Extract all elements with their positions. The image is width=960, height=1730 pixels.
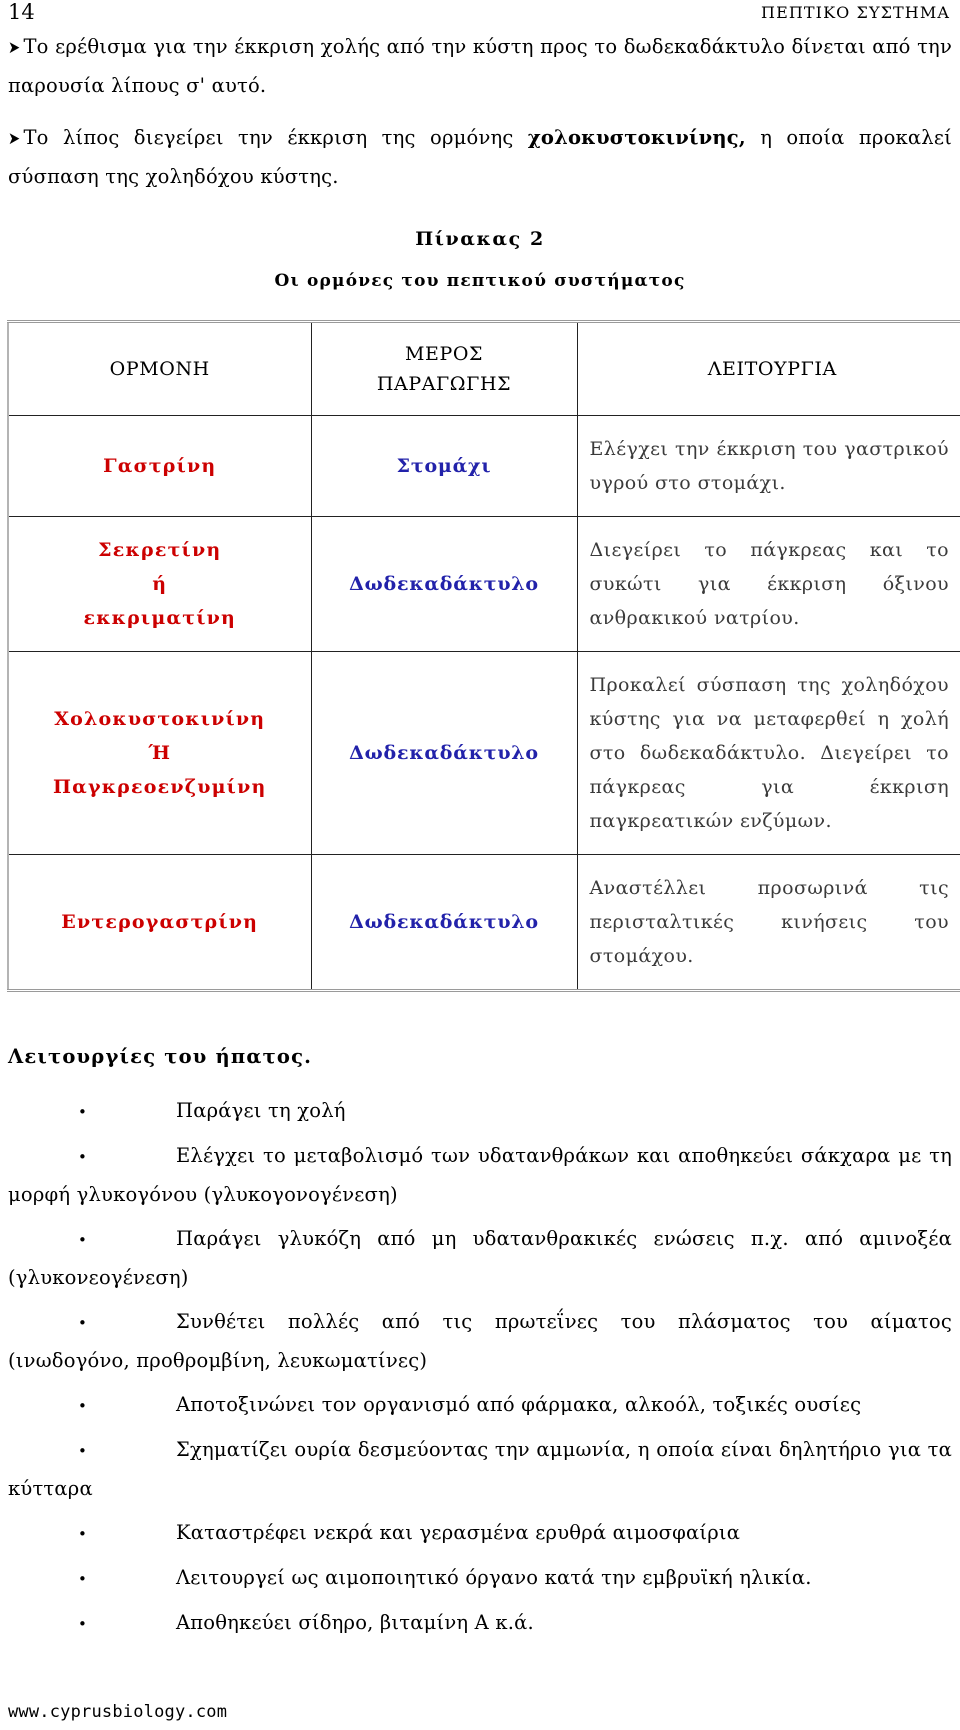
footer-site-url: www.cyprusbiology.com xyxy=(8,1702,228,1722)
cell-hormone-line1: Εντερογαστρίνη xyxy=(61,911,259,933)
list-item: • Καταστρέφει νεκρά και γερασμένα ερυθρά … xyxy=(8,1514,952,1553)
cell-hormone-line1: Χολοκυστοκινίνη xyxy=(54,708,266,730)
bullet-icon: • xyxy=(78,1231,88,1249)
bullet-icon: • xyxy=(78,1442,88,1460)
list-item: • Συνθέτει πολλές από τις πρωτεΐνες του π… xyxy=(8,1303,952,1380)
column-header-hormone: ΟΡΜΟΝΗ xyxy=(8,321,312,416)
cell-hormone-line3: εκκριματίνη xyxy=(83,607,237,629)
page-number: 14 xyxy=(8,0,35,24)
liver-functions-list: • Παράγει τη χολή • Ελέγχει το μεταβολισμό… xyxy=(8,1092,952,1643)
intro-paragraph-2-emphasis: χολοκυστοκινίνης, xyxy=(527,126,746,149)
table-header-row: ΟΡΜΟΝΗ ΜΕΡΟΣ ΠΑΡΑΓΩΓΗΣ ΛΕΙΤΟΥΡΓΙΑ xyxy=(8,321,960,416)
table-row: Σεκρετίνη ή εκκριματίνη Δωδεκαδάκτυλο Δι… xyxy=(8,516,960,652)
bullet-icon: • xyxy=(78,1314,88,1332)
bullet-icon: • xyxy=(78,1103,88,1121)
cell-place: Δωδεκαδάκτυλο xyxy=(311,651,578,855)
cell-hormone: Εντερογαστρίνη xyxy=(8,854,312,992)
liver-section-title: Λειτουργίες του ήπατος. xyxy=(8,1045,313,1068)
chapter-title: ΠΕΠΤΙΚΟ ΣΥΣΤΗΜΑ xyxy=(761,3,950,22)
column-header-place-line1: ΜΕΡΟΣ xyxy=(404,343,484,365)
list-item: • Αποτοξινώνει τον οργανισμό από φάρμακα,… xyxy=(8,1386,952,1425)
cell-hormone: Γαστρίνη xyxy=(8,415,312,517)
list-item-text: Παράγει τη χολή xyxy=(176,1099,346,1122)
list-item: • Αποθηκεύει σίδηρο, βιταμίνη Α κ.ά. xyxy=(8,1604,952,1643)
cell-hormone: Σεκρετίνη ή εκκριματίνη xyxy=(8,516,312,652)
cell-hormone-line1: Γαστρίνη xyxy=(103,455,217,477)
cell-function: Αναστέλλει προσωρινά τις περισταλτικές κ… xyxy=(577,854,960,992)
column-header-place-line2: ΠΑΡΑΓΩΓΗΣ xyxy=(376,373,512,395)
column-header-place: ΜΕΡΟΣ ΠΑΡΑΓΩΓΗΣ xyxy=(311,321,578,416)
list-item-text: Καταστρέφει νεκρά και γερασμένα ερυθρά α… xyxy=(176,1521,741,1544)
cell-hormone-line2: ή xyxy=(152,573,168,595)
running-head: 14 ΠΕΠΤΙΚΟ ΣΥΣΤΗΜΑ xyxy=(0,0,960,26)
document-page: 14 ΠΕΠΤΙΚΟ ΣΥΣΤΗΜΑ ➤ Το ερέθισμα για την … xyxy=(0,0,960,1730)
intro-paragraph-2-text-before: Το λίπος διεγείρει την έκκριση της ορμόν… xyxy=(23,126,528,149)
cell-place: Δωδεκαδάκτυλο xyxy=(311,516,578,652)
liver-functions-section: Λειτουργίες του ήπατος. • Παράγει τη χολή… xyxy=(0,1040,960,1643)
bullet-icon: • xyxy=(78,1148,88,1166)
cell-function: Ελέγχει την έκκριση του γαστρικού υγρού … xyxy=(577,415,960,517)
list-item-text: Λειτουργεί ως αιμοποιητικό όργανο κατά τ… xyxy=(176,1566,812,1589)
cell-hormone: Χολοκυστοκινίνη Ή Παγκρεοενζυμίνη xyxy=(8,651,312,855)
table-row: Χολοκυστοκινίνη Ή Παγκρεοενζυμίνη Δωδεκα… xyxy=(8,651,960,855)
table-caption-main: Πίνακας 2 xyxy=(415,228,545,250)
intro-section: ➤ Το ερέθισμα για την έκκριση χολής από τ… xyxy=(0,28,960,196)
hormones-table: ΟΡΜΟΝΗ ΜΕΡΟΣ ΠΑΡΑΓΩΓΗΣ ΛΕΙΤΟΥΡΓΙΑ Γαστρί… xyxy=(7,320,960,992)
cell-place: Δωδεκαδάκτυλο xyxy=(311,854,578,992)
arrow-bullet-icon: ➤ xyxy=(8,129,21,149)
bullet-icon: • xyxy=(78,1570,88,1588)
bullet-icon: • xyxy=(78,1525,88,1543)
list-item-text: Αποθηκεύει σίδηρο, βιταμίνη Α κ.ά. xyxy=(176,1611,534,1634)
table-row: Γαστρίνη Στομάχι Ελέγχει την έκκριση του… xyxy=(8,415,960,517)
bullet-icon: • xyxy=(78,1615,88,1633)
cell-hormone-line3: Παγκρεοενζυμίνη xyxy=(53,776,267,798)
list-item: • Λειτουργεί ως αιμοποιητικό όργανο κατά … xyxy=(8,1559,952,1598)
table-row: Εντερογαστρίνη Δωδεκαδάκτυλο Αναστέλλει … xyxy=(8,854,960,992)
list-item: • Ελέγχει το μεταβολισμό των υδατανθράκων… xyxy=(8,1137,952,1214)
list-item-text: Αποτοξινώνει τον οργανισμό από φάρμακα, … xyxy=(176,1393,862,1416)
list-item: • Παράγει τη χολή xyxy=(8,1092,952,1131)
intro-paragraph-1: ➤ Το ερέθισμα για την έκκριση χολής από τ… xyxy=(8,28,952,105)
intro-paragraph-2: ➤ Το λίπος διεγείρει την έκκριση της ορμό… xyxy=(8,119,952,196)
cell-function: Προκαλεί σύσπαση της χοληδόχου κύστης γι… xyxy=(577,651,960,855)
list-item: • Σχηματίζει ουρία δεσμεύοντας την αμμωνί… xyxy=(8,1431,952,1508)
bullet-icon: • xyxy=(78,1397,88,1415)
list-item: • Παράγει γλυκόζη από μη υδατανθρακικές ε… xyxy=(8,1220,952,1297)
table-caption-subtitle: Οι ορμόνες του πεπτικού συστήματος xyxy=(274,271,686,291)
arrow-bullet-icon: ➤ xyxy=(8,38,21,58)
cell-hormone-line2: Ή xyxy=(148,742,171,764)
cell-function: Διεγείρει το πάγκρεας και το συκώτι για … xyxy=(577,516,960,652)
table-caption: Πίνακας 2 Οι ορμόνες του πεπτικού συστήμ… xyxy=(0,222,960,298)
cell-place: Στομάχι xyxy=(311,415,578,517)
intro-paragraph-1-text: Το ερέθισμα για την έκκριση χολής από τη… xyxy=(8,35,952,97)
hormones-table-container: ΟΡΜΟΝΗ ΜΕΡΟΣ ΠΑΡΑΓΩΓΗΣ ΛΕΙΤΟΥΡΓΙΑ Γαστρί… xyxy=(0,320,960,992)
column-header-function: ΛΕΙΤΟΥΡΓΙΑ xyxy=(577,321,960,416)
cell-hormone-line1: Σεκρετίνη xyxy=(98,539,222,561)
